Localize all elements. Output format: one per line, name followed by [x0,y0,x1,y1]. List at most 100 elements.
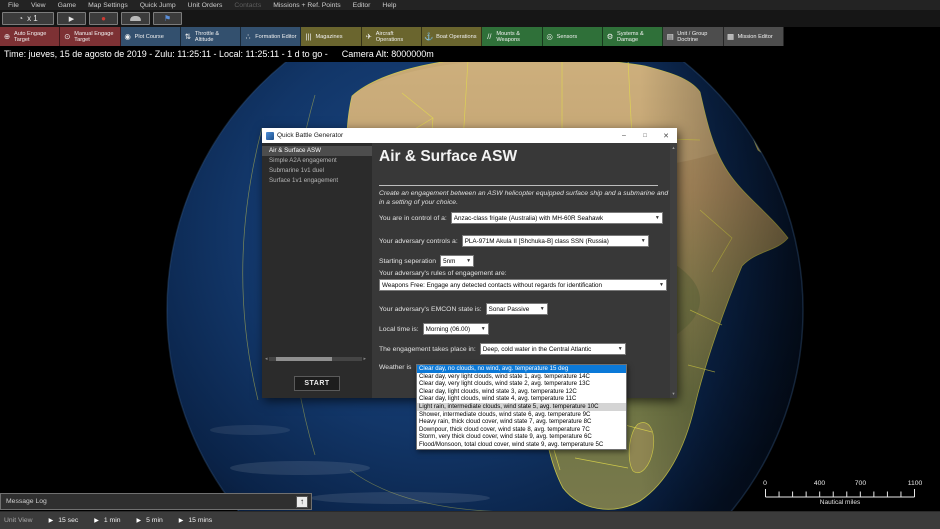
location-select[interactable]: Deep, cold water in the Central Atlantic… [480,343,626,355]
sensors-icon: ◎ [545,32,555,41]
menu-item-help[interactable]: Help [376,2,402,9]
doctrine-icon: ▤ [665,32,675,41]
scale-tick-label: 0 [763,480,767,487]
time-step-label: 1 min [104,517,121,524]
menu-item-contacts: Contacts [228,2,267,9]
menu-item-file[interactable]: File [2,2,25,9]
chevron-left-icon[interactable]: ◂ [265,356,268,362]
start-button[interactable]: START [294,376,340,391]
toolbar-button-magazines[interactable]: |||Magazines [301,27,361,46]
toolbar-button-label: Aircraft Operations [376,31,419,43]
camera-altitude-text: Camera Alt: 8000000m [342,49,434,59]
dialog-titlebar[interactable]: Quick Battle Generator – □ ✕ [262,128,677,143]
compass-icon: ◉ [123,32,133,41]
weather-option[interactable]: Clear day, light clouds, wind state 3, a… [417,388,626,396]
popout-button[interactable]: ↑ [296,496,308,508]
time-step-1-min[interactable]: ▶1 min [94,517,120,524]
scenario-item-air-surface-asw[interactable]: Air & Surface ASW [262,146,372,156]
status-bar: Time: jueves, 15 de agosto de 2019 - Zul… [0,46,940,62]
toolbar-button-mounts-weapons[interactable]: //Mounts & Weapons [482,27,542,46]
field-label: Starting seperation [379,258,436,265]
application-window: FileViewGameMap SettingsQuick JumpUnit O… [0,0,940,529]
main-toolbar: ⊕Auto Engage Target⊙Manual Engage Target… [0,27,940,46]
time-step-5-min[interactable]: ▶5 min [137,517,163,524]
toolbar-button-formation-editor[interactable]: ∴Formation Editor [241,27,301,46]
weather-option[interactable]: Heavy rain, thick cloud cover, wind stat… [417,418,626,426]
weather-option[interactable]: Shower, intermediate clouds, wind state … [417,411,626,419]
weather-option[interactable]: Downpour, thick cloud cover, wind state … [417,426,626,434]
scenario-item-simple-a2a-engagement[interactable]: Simple A2A engagement [262,156,372,166]
time-compression-button[interactable]: ◔ x 1 [2,12,54,25]
message-log-panel[interactable]: Message Log ↑ [0,493,312,510]
menu-item-quick-jump[interactable]: Quick Jump [134,2,182,9]
dialog-vertical-scrollbar[interactable]: ▲ ▼ [670,143,677,398]
scrollbar-thumb[interactable] [276,357,332,361]
clock-icon: ◔ [18,14,23,23]
separation-select[interactable]: 5nm ▼ [440,255,474,267]
field-label: The engagement takes place in: [379,346,476,353]
dome-icon [130,16,141,21]
boat-icon: ⚓ [424,32,434,41]
weather-option[interactable]: Light rain, intermediate clouds, wind st… [417,403,626,411]
popout-icon: ↑ [300,497,304,506]
play-icon: ▶ [49,517,54,524]
field-label: Your adversary controls a: [379,238,458,245]
scenario-item-surface-1v1-engagement[interactable]: Surface 1v1 engagement [262,176,372,186]
sidebar-horizontal-scrollbar[interactable]: ◂ ▸ [265,355,366,362]
weather-option[interactable]: Clear day, no clouds, no wind, avg. temp… [417,365,626,373]
weather-option[interactable]: Clear day, very light clouds, wind state… [417,373,626,381]
chevron-down-icon: ▼ [466,258,471,264]
time-step-15-mins[interactable]: ▶15 mins [179,517,212,524]
dome-view-button[interactable] [121,12,150,25]
adversary-select[interactable]: PLA-971M Akula II [Shchuka-B] class SSN … [462,235,649,247]
toolbar-button-boat-operations[interactable]: ⚓Boat Operations [422,27,482,46]
play-button[interactable]: ▶ [57,12,86,25]
menu-item-view[interactable]: View [25,2,52,9]
weather-option[interactable]: Storm, very thick cloud cover, wind stat… [417,433,626,441]
scale-tick-label: 1100 [908,480,923,487]
time-step-15-sec[interactable]: ▶15 sec [49,517,79,524]
menu-item-missions-ref-points[interactable]: Missions + Ref. Points [267,2,346,9]
minimize-button[interactable]: – [615,128,633,143]
toolbar-button-auto-engage-target[interactable]: ⊕Auto Engage Target [0,27,60,46]
unit-view-label: Unit View [4,517,33,524]
app-icon [266,132,274,140]
flag-button[interactable]: ⚑ [153,12,182,25]
field-label: Local time is: [379,326,419,333]
scrollbar-track[interactable] [269,357,363,361]
toolbar-button-sensors[interactable]: ◎Sensors [543,27,603,46]
scenario-item-submarine-1v1-duel[interactable]: Submarine 1v1 duel [262,166,372,176]
menu-item-unit-orders[interactable]: Unit Orders [182,2,229,9]
toolbar-button-mission-editor[interactable]: ▦Mission Editor [724,27,784,46]
aircraft-icon: ✈ [364,32,374,41]
chevron-right-icon[interactable]: ▸ [363,356,366,362]
toolbar-button-manual-engage-target[interactable]: ⊙Manual Engage Target [60,27,120,46]
scale-tick-label: 400 [814,480,825,487]
emcon-select[interactable]: Sonar Passive ▼ [486,303,548,315]
weather-option[interactable]: Clear day, very light clouds, wind state… [417,380,626,388]
field-local-time: Local time is: Morning (06.00) ▼ [379,323,489,335]
chevron-up-icon[interactable]: ▲ [672,145,676,150]
record-button[interactable]: ● [89,12,118,25]
toolbar-button-throttle-altitude[interactable]: ⇅Throttle & Altitude [181,27,241,46]
toolbar-button-aircraft-operations[interactable]: ✈Aircraft Operations [362,27,422,46]
chevron-down-icon: ▼ [641,238,646,244]
scale-tick-label: 700 [855,480,866,487]
scenario-heading: Air & Surface ASW [379,148,517,166]
toolbar-button-systems-damage[interactable]: ⚙Systems & Damage [603,27,663,46]
record-icon: ● [101,14,106,23]
close-button[interactable]: ✕ [657,128,675,143]
toolbar-button-plot-course[interactable]: ◉Plot Course [121,27,181,46]
control-of-select[interactable]: Anzac-class frigate (Australia) with MH-… [451,212,663,224]
chevron-down-icon[interactable]: ▼ [672,391,676,396]
weather-option[interactable]: Clear day, light clouds, wind state 4, a… [417,395,626,403]
weather-option[interactable]: Flood/Monsoon, total cloud cover, wind s… [417,441,626,449]
toolbar-button-unit-group-doctrine[interactable]: ▤Unit / Group Doctrine [663,27,723,46]
magazines-icon: ||| [303,32,313,41]
roe-select[interactable]: Weapons Free: Engage any detected contac… [379,279,667,291]
maximize-button[interactable]: □ [636,128,654,143]
menu-item-map-settings[interactable]: Map Settings [82,2,134,9]
menu-item-editor[interactable]: Editor [347,2,377,9]
menu-item-game[interactable]: Game [52,2,83,9]
local-time-select[interactable]: Morning (06.00) ▼ [423,323,489,335]
